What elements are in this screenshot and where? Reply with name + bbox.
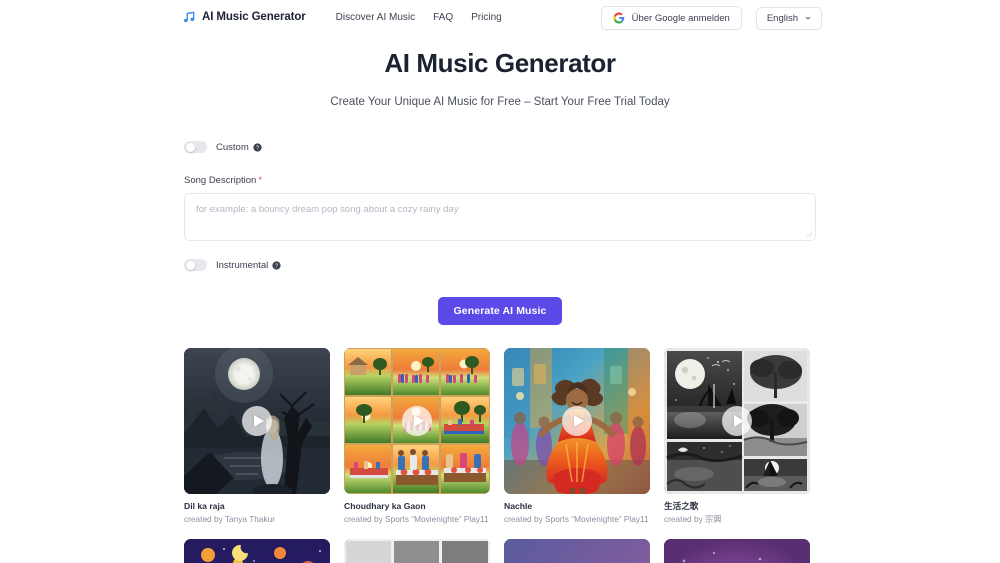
site-header: AI Music Generator Discover AI Music FAQ… (0, 0, 1000, 34)
track-thumbnail[interactable] (664, 348, 810, 494)
help-circle-icon[interactable]: ? (253, 142, 262, 152)
track-creator: created by Sports “Movienighte” Play11 (504, 513, 649, 524)
nav-link-pricing[interactable]: Pricing (471, 12, 502, 23)
svg-text:?: ? (256, 145, 259, 151)
play-button[interactable] (402, 406, 432, 436)
song-description-label-row: Song Description * (184, 175, 816, 186)
resize-handle-icon[interactable] (806, 231, 813, 238)
pink-cloud-sky-art (504, 538, 650, 563)
fantasy-neon-landscape-art (184, 538, 330, 563)
google-signin-button[interactable]: Über Google anmelden (600, 6, 742, 30)
play-button[interactable] (722, 406, 752, 436)
page-subtitle: Create Your Unique AI Music for Free – S… (330, 96, 670, 108)
google-signin-label: Über Google anmelden (631, 12, 730, 24)
language-selector[interactable]: English (755, 6, 822, 30)
music-gallery: Dil ka raja created by Tanya Thakur Chou… (184, 348, 816, 563)
svg-text:?: ? (275, 263, 278, 269)
brand-name: AI Music Generator (202, 11, 306, 23)
song-description-input[interactable]: for example: a bouncy dream pop song abo… (184, 193, 816, 241)
generate-button-wrap: Generate AI Music (184, 297, 816, 325)
custom-toggle-knob (185, 142, 195, 152)
track-thumbnail[interactable] (504, 538, 650, 563)
track-title: Dil ka raja (184, 501, 225, 511)
song-description-label: Song Description (184, 175, 257, 186)
generator-form: Custom ? Song Description * for example: … (184, 141, 816, 325)
track-creator: created by Sports “Movienighte” Play11 (344, 513, 489, 524)
track-creator: created by 宗興 (664, 513, 722, 524)
track-thumbnail[interactable] (184, 538, 330, 563)
track-title: 生活之歌 (664, 501, 699, 511)
gallery-card: Nachle created by Sports “Movienighte” P… (504, 348, 650, 525)
brand-logo[interactable]: AI Music Generator (182, 10, 306, 24)
required-marker: * (258, 175, 263, 186)
track-thumbnail[interactable] (344, 348, 490, 494)
music-note-icon (184, 11, 195, 23)
help-circle-icon[interactable]: ? (272, 260, 281, 270)
header-actions: Über Google anmelden English (600, 6, 822, 30)
language-selector-value: English (766, 12, 798, 24)
track-creator: created by Tanya Thakur (184, 513, 276, 524)
bw-cloud-triptych-art (344, 538, 490, 563)
track-title: Choudhary ka Gaon (344, 501, 426, 511)
chevron-down-icon (805, 16, 811, 20)
track-thumbnail[interactable] (664, 538, 810, 563)
play-button[interactable] (242, 406, 272, 436)
track-title: Nachle (504, 501, 533, 511)
gallery-card (344, 538, 490, 563)
track-thumbnail[interactable] (504, 348, 650, 494)
gallery-card: Choudhary ka Gaon created by Sports “Mov… (344, 348, 490, 525)
nav-link-faq[interactable]: FAQ (433, 12, 453, 23)
instrumental-toggle-label: Instrumental (216, 259, 269, 271)
play-button[interactable] (562, 406, 592, 436)
song-description-placeholder: for example: a bouncy dream pop song abo… (196, 204, 459, 215)
gallery-card: 生活之歌 created by 宗興 (664, 348, 810, 525)
google-g-icon (613, 12, 624, 24)
track-thumbnail[interactable] (184, 348, 330, 494)
instrumental-toggle-row: Instrumental ? (184, 259, 816, 271)
generate-ai-music-button[interactable]: Generate AI Music (437, 297, 563, 325)
instrumental-toggle[interactable] (184, 259, 207, 271)
main-nav: Discover AI Music FAQ Pricing (336, 12, 502, 23)
custom-toggle-label: Custom (216, 141, 249, 153)
gallery-card (504, 538, 650, 563)
custom-toggle[interactable] (184, 141, 207, 153)
custom-toggle-row: Custom ? (184, 141, 816, 153)
nav-link-discover[interactable]: Discover AI Music (336, 12, 415, 23)
music-orb-burst-art (664, 538, 810, 563)
page-title: AI Music Generator (384, 48, 616, 78)
gallery-card: Dil ka raja created by Tanya Thakur (184, 348, 330, 525)
instrumental-toggle-knob (185, 260, 195, 270)
gallery-card (184, 538, 330, 563)
track-thumbnail[interactable] (344, 538, 490, 563)
hero-section: AI Music Generator Create Your Unique AI… (0, 48, 1000, 108)
gallery-card (664, 538, 810, 563)
